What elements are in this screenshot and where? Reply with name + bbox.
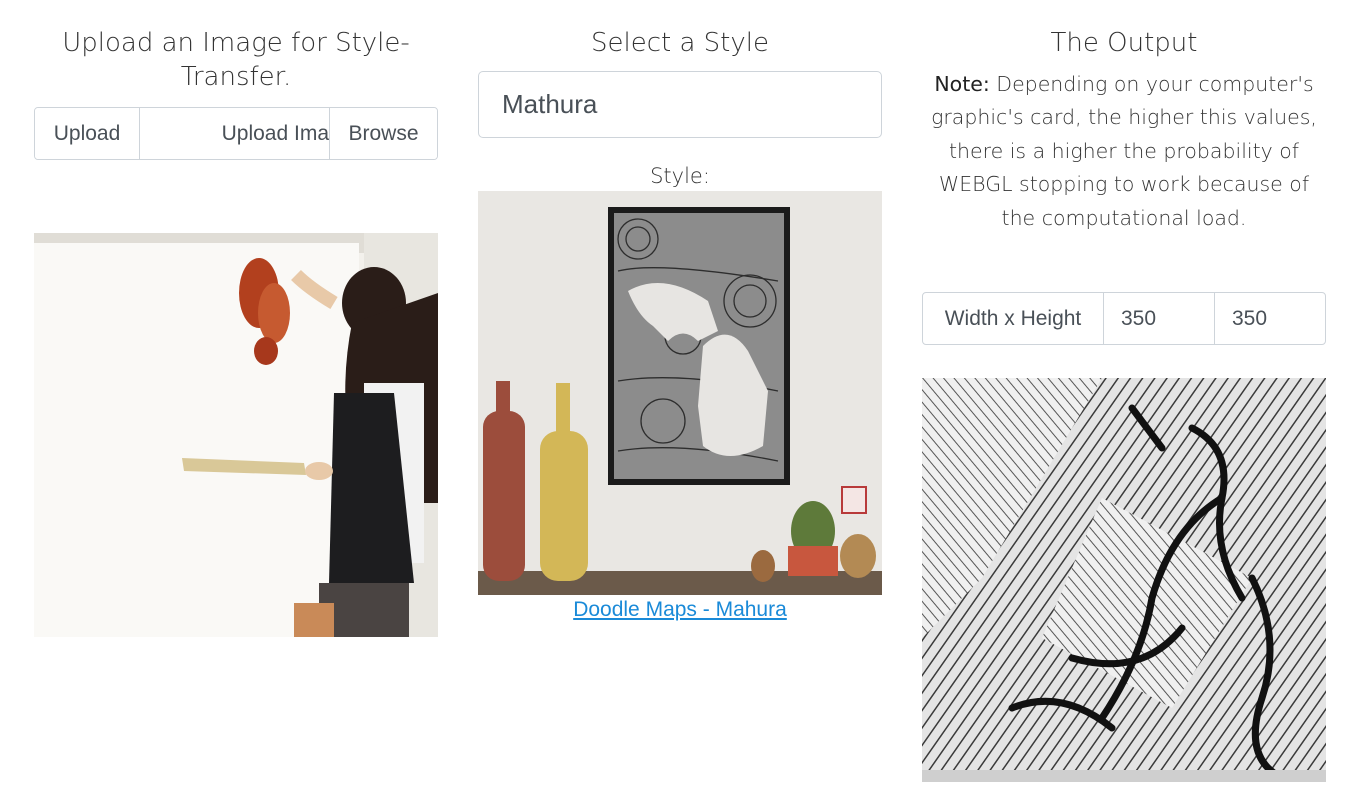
note-bold-label: Note: <box>934 72 990 96</box>
style-source-link[interactable]: Doodle Maps - Mahura <box>478 598 882 622</box>
style-title: Select a Style <box>591 28 769 58</box>
woman-painting-photo <box>34 233 438 637</box>
upload-input-group: Upload Upload Ima Browse <box>34 107 438 160</box>
output-column: The Output Note: Depending on your compu… <box>922 0 1326 782</box>
size-label: Width x Height <box>923 293 1104 344</box>
uploaded-image <box>34 233 438 637</box>
output-image <box>922 378 1326 782</box>
height-input[interactable]: 350 <box>1214 293 1325 344</box>
style-select[interactable]: Mathura <box>478 71 882 138</box>
browse-button[interactable]: Browse <box>329 108 437 159</box>
output-title: The Output <box>1050 28 1198 58</box>
size-input-group: Width x Height 350 350 <box>922 292 1326 345</box>
upload-prefix-label: Upload <box>35 108 140 159</box>
width-input[interactable]: 350 <box>1104 293 1214 344</box>
file-input[interactable]: Upload Ima <box>140 108 329 159</box>
note-text: Depending on your computer's graphic's c… <box>931 72 1317 230</box>
output-note: Note: Depending on your computer's graph… <box>922 68 1326 235</box>
upload-column: Upload an Image for Style-Transfer. Uplo… <box>34 0 438 637</box>
style-column: Select a Style Mathura Style: Doodle Map… <box>478 0 882 621</box>
doodle-map-photo <box>478 191 882 595</box>
stylized-output-image <box>922 378 1326 782</box>
style-image <box>478 191 882 595</box>
upload-title: Upload an Image for Style-Transfer. <box>62 28 410 92</box>
style-label: Style: <box>650 164 710 188</box>
